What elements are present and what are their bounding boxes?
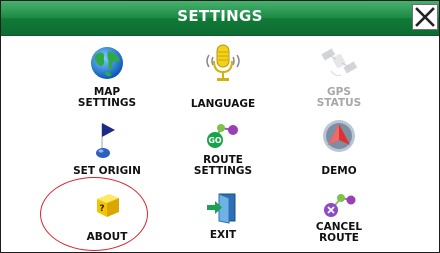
- microphone-icon: [206, 44, 240, 81]
- set-origin-label: SET ORIGIN: [73, 165, 141, 177]
- map-settings-button[interactable]: MAP SETTINGS: [47, 43, 167, 115]
- title-bar: SETTINGS: [1, 1, 439, 36]
- cancel-route-icon: [324, 194, 356, 217]
- demo-button[interactable]: DEMO: [279, 118, 399, 178]
- flag-icon: [96, 123, 115, 158]
- satellite-icon: [321, 48, 358, 76]
- close-x-icon: [415, 7, 435, 27]
- route-settings-label: ROUTE SETTINGS: [193, 154, 253, 177]
- language-button[interactable]: LANGUAGE: [163, 43, 283, 115]
- exit-button[interactable]: EXIT: [163, 190, 283, 250]
- route-settings-button[interactable]: GO ROUTE SETTINGS: [163, 118, 283, 182]
- exit-label: EXIT: [209, 229, 237, 241]
- navigation-arrow-icon: [323, 120, 355, 152]
- window-title: SETTINGS: [177, 7, 263, 25]
- close-button[interactable]: [412, 4, 438, 30]
- language-label: LANGUAGE: [190, 98, 256, 110]
- set-origin-button[interactable]: SET ORIGIN: [47, 118, 167, 178]
- exit-door-icon: [207, 193, 236, 224]
- about-highlight-circle: [40, 177, 148, 251]
- map-settings-label: MAP SETTINGS: [77, 86, 137, 109]
- demo-label: DEMO: [321, 165, 357, 177]
- cancel-route-label: CANCEL ROUTE: [315, 221, 363, 244]
- cancel-route-button[interactable]: CANCEL ROUTE: [279, 190, 399, 250]
- route-go-icon: GO: [207, 124, 238, 148]
- gps-status-button: GPS STATUS: [279, 43, 399, 115]
- globe-icon: [91, 47, 123, 79]
- svg-text:GO: GO: [208, 136, 222, 145]
- gps-status-label: GPS STATUS: [316, 86, 362, 109]
